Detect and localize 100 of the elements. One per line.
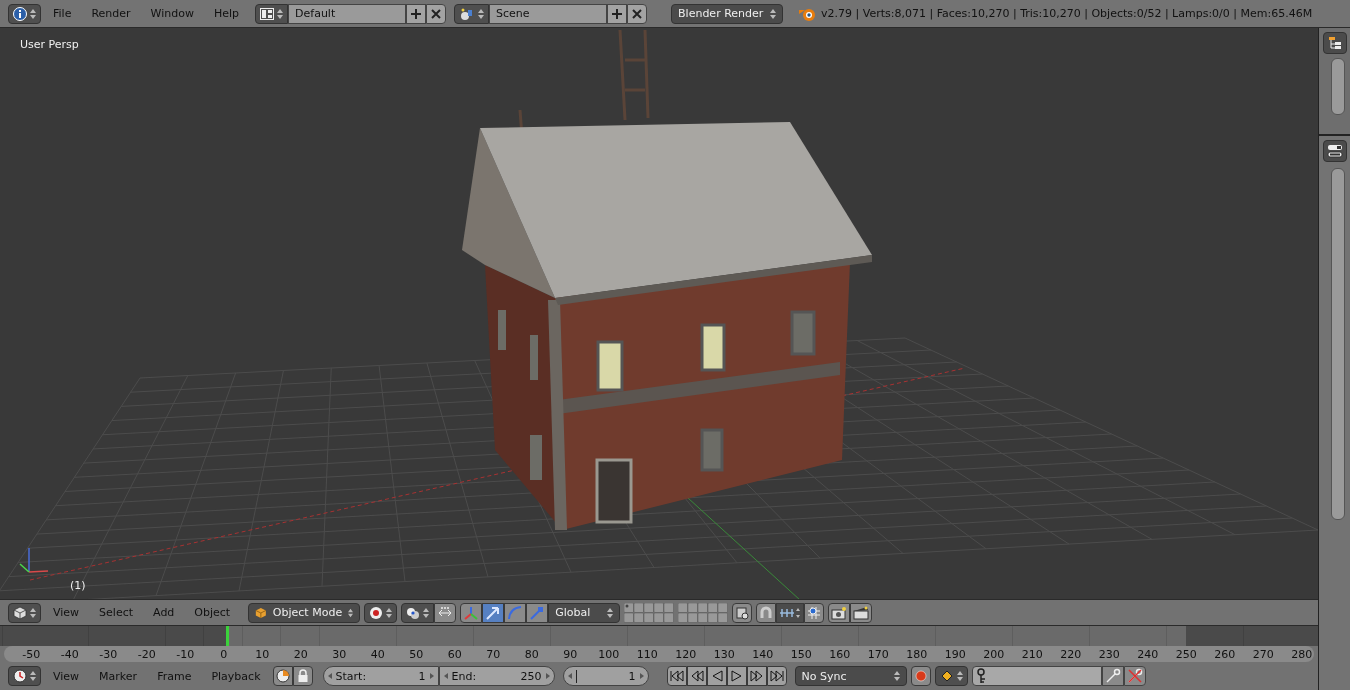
pivot-selector[interactable] (401, 602, 435, 623)
current-frame-field[interactable]: 1 (562, 666, 649, 686)
camera-render-icon[interactable] (828, 602, 851, 623)
outliner-icon[interactable] (1322, 32, 1347, 54)
clapperboard-icon[interactable] (850, 602, 873, 623)
left-arrow-icon (327, 673, 332, 679)
frame-tick-label: 80 (523, 647, 540, 661)
info-icon (13, 6, 27, 21)
sync-dropdown[interactable]: No Sync (794, 666, 907, 686)
frame-tick-label: 50 (408, 647, 425, 661)
frame-tick-label: 200 (982, 647, 1006, 661)
previous-keyframe-icon[interactable] (686, 666, 707, 686)
snap-element-selector[interactable] (776, 602, 805, 623)
menu-item[interactable]: Select (91, 606, 142, 620)
magnet-icon[interactable] (756, 602, 777, 623)
render-engine-dropdown[interactable]: Blender Render (671, 3, 784, 24)
playhead[interactable] (226, 626, 230, 647)
cube-icon (255, 605, 267, 620)
logo-icon (799, 6, 816, 21)
frame-tick-label: -30 (98, 647, 119, 661)
preview-range-icon[interactable] (272, 666, 293, 686)
scrollbar[interactable] (1330, 58, 1345, 115)
frame-tick-label: 20 (292, 647, 309, 661)
close-icon[interactable] (627, 3, 648, 24)
updown-icon (607, 606, 614, 619)
menu-item[interactable]: View (45, 606, 88, 620)
left-arrow-icon (443, 673, 448, 679)
frame-tick-label: 260 (1213, 647, 1237, 661)
menu-item[interactable]: Marker (91, 669, 146, 683)
scene-statistics: v2.79 | Verts:8,071 | Faces:10,270 | Tris:10,270 | Objects:0/52 | Lamps:0/0 | Mem:65.46M (821, 7, 1313, 20)
next-keyframe-icon[interactable] (746, 666, 767, 686)
editor-type-button[interactable] (8, 666, 41, 686)
updown-icon (348, 606, 354, 619)
updown-icon (956, 670, 963, 682)
frame-tick-label: 70 (485, 647, 502, 661)
menu-item[interactable]: Frame (149, 669, 200, 683)
updown-icon (423, 606, 430, 619)
add-icon[interactable] (607, 3, 628, 24)
insert-keyframe-icon[interactable] (1101, 666, 1124, 686)
frame-tick-label: 140 (751, 647, 775, 661)
frame-tick-label: 110 (635, 647, 659, 661)
scene-selector[interactable] (454, 3, 490, 24)
frame-tick-label: 230 (1097, 647, 1121, 661)
scale-manipulator-button[interactable] (526, 602, 549, 623)
delete-keyframe-icon[interactable] (1123, 666, 1146, 686)
keyframe-icon (939, 669, 954, 683)
keyframe-type-selector[interactable] (934, 666, 968, 686)
keying-set-field[interactable] (971, 666, 1102, 686)
frame-label: (1) (70, 579, 86, 592)
translate-manipulator-button[interactable] (482, 602, 505, 623)
close-icon[interactable] (426, 3, 447, 24)
play-reverse-icon[interactable] (706, 666, 727, 686)
manipulate-centers-icon[interactable] (434, 602, 457, 623)
end-frame-field[interactable]: End: 250 (438, 666, 555, 686)
menu-item[interactable]: Help (205, 7, 248, 20)
start-frame-field[interactable]: Start: 1 (322, 666, 439, 686)
frame-tick-label: 280 (1290, 647, 1314, 661)
timeline-track[interactable] (0, 625, 1318, 647)
add-icon[interactable] (406, 3, 427, 24)
cube-icon (13, 605, 27, 620)
menu-item[interactable]: Render (83, 7, 139, 20)
jump-end-icon[interactable] (766, 666, 787, 686)
layout-selector[interactable] (255, 3, 289, 24)
orientation-dropdown[interactable]: Global (548, 602, 621, 623)
axes-manipulator-button[interactable] (460, 602, 483, 623)
layout-name-field[interactable]: Default (288, 3, 407, 24)
lock-icon[interactable] (292, 666, 313, 686)
record-button[interactable] (910, 666, 931, 686)
frame-tick-label: 270 (1251, 647, 1275, 661)
frame-tick-label: 10 (254, 647, 271, 661)
layer-lock-icon[interactable] (732, 602, 753, 623)
jump-start-icon[interactable] (666, 666, 687, 686)
frame-tick-label: 40 (369, 647, 386, 661)
view-label: User Persp (20, 38, 79, 51)
menu-item[interactable]: File (45, 7, 80, 20)
play-icon[interactable] (726, 666, 747, 686)
menu-item[interactable]: Object (186, 606, 239, 620)
menu-item[interactable]: Window (142, 7, 202, 20)
updown-icon (893, 670, 900, 682)
menu-item[interactable]: View (45, 669, 88, 683)
editor-type-button[interactable] (8, 3, 41, 24)
frame-tick-label: 240 (1136, 647, 1160, 661)
editor-type-button[interactable] (8, 602, 41, 623)
mode-dropdown[interactable]: Object Mode (248, 602, 361, 623)
scrollbar[interactable] (1330, 168, 1345, 520)
3d-viewport[interactable]: User Persp (1) (0, 28, 1318, 600)
properties-icon[interactable] (1322, 140, 1347, 162)
frame-tick-label: 250 (1174, 647, 1198, 661)
clock-icon (13, 669, 27, 683)
scene-name-field[interactable]: Scene (489, 3, 608, 24)
frame-tick-label: 180 (905, 647, 929, 661)
menu-item[interactable]: Playback (203, 669, 269, 683)
frame-tick-label: 220 (1059, 647, 1083, 661)
updown-icon (770, 7, 777, 20)
shading-selector[interactable] (364, 602, 398, 623)
frame-tick-label: 100 (597, 647, 621, 661)
frame-tick-label: 160 (828, 647, 852, 661)
snap-target-icon[interactable] (804, 602, 825, 623)
menu-item[interactable]: Add (145, 606, 183, 620)
right-arrow-icon (545, 673, 550, 679)
